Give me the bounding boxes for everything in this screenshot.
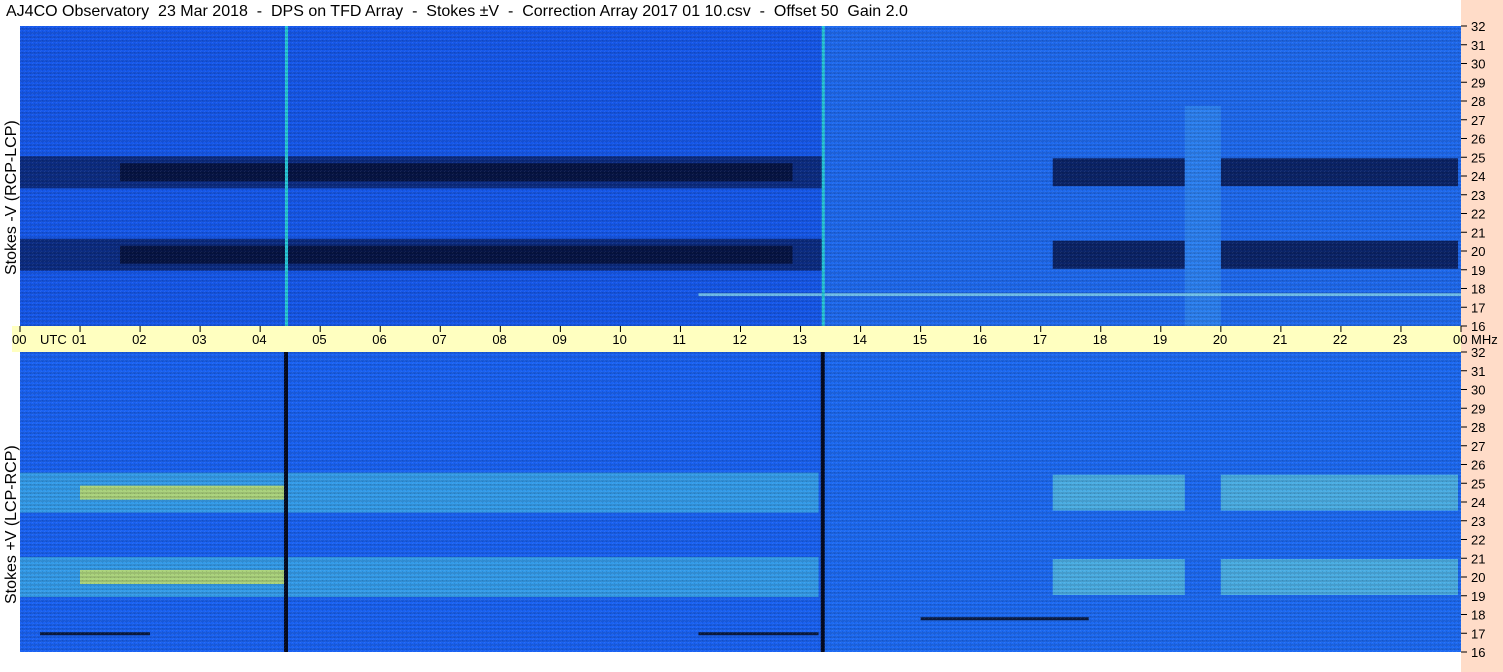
y-tick-label: 22 xyxy=(1471,533,1485,548)
time-tick-label: 00 xyxy=(1453,332,1467,347)
upper-y-axis-label: Stokes -V (RCP-LCP) xyxy=(3,120,20,275)
y-tick-label: 29 xyxy=(1471,75,1485,90)
y-tick-label: 20 xyxy=(1471,570,1485,585)
y-tick-label: 18 xyxy=(1471,608,1485,623)
time-tick-label: 12 xyxy=(733,332,747,347)
y-tick-label: 19 xyxy=(1471,589,1485,604)
time-tick-label: 07 xyxy=(432,332,446,347)
time-tick-label: 17 xyxy=(1033,332,1047,347)
y-tick-label: 25 xyxy=(1471,476,1485,491)
y-tick-label: 26 xyxy=(1471,132,1485,147)
y-tick-label: 22 xyxy=(1471,207,1485,222)
time-tick-label: 00 xyxy=(12,332,26,347)
time-tick-label: 18 xyxy=(1093,332,1107,347)
time-tick-label: 19 xyxy=(1153,332,1167,347)
y-tick-label: 16 xyxy=(1471,319,1485,334)
time-tick-label: 22 xyxy=(1333,332,1347,347)
y-tick-label: 28 xyxy=(1471,420,1485,435)
y-tick-label: 31 xyxy=(1471,38,1485,53)
y-tick-label: 24 xyxy=(1471,495,1485,510)
time-tick-label: 13 xyxy=(793,332,807,347)
time-tick-label: 03 xyxy=(192,332,206,347)
lower-y-axis-label: Stokes +V (LCP-RCP) xyxy=(3,445,20,604)
time-tick-label: 23 xyxy=(1393,332,1407,347)
time-tick-label: 05 xyxy=(312,332,326,347)
y-tick-label: 17 xyxy=(1471,300,1485,315)
time-tick-label: 15 xyxy=(913,332,927,347)
time-tick-label: 09 xyxy=(552,332,566,347)
upper-panel xyxy=(20,26,1461,326)
y-tick-label: 27 xyxy=(1471,113,1485,128)
y-tick-label: 21 xyxy=(1471,225,1485,240)
time-tick-label: 20 xyxy=(1213,332,1227,347)
lower-panel xyxy=(20,352,1461,652)
y-tick-label: 23 xyxy=(1471,514,1485,529)
y-tick-label: 24 xyxy=(1471,169,1485,184)
time-tick-label: 16 xyxy=(973,332,987,347)
time-tick-label: 14 xyxy=(853,332,867,347)
y-tick-label: 30 xyxy=(1471,57,1485,72)
time-tick-label: 02 xyxy=(132,332,146,347)
y-tick-label: 19 xyxy=(1471,263,1485,278)
y-tick-label: 32 xyxy=(1471,345,1485,360)
time-tick-label: 04 xyxy=(252,332,266,347)
time-tick-label: 01 xyxy=(72,332,86,347)
time-tick-label: 06 xyxy=(372,332,386,347)
y-tick-label: 28 xyxy=(1471,94,1485,109)
y-tick-label: 16 xyxy=(1471,645,1485,660)
y-tick-label: 27 xyxy=(1471,439,1485,454)
y-tick-label: 17 xyxy=(1471,626,1485,641)
utc-label: UTC xyxy=(40,332,67,347)
y-tick-label: 25 xyxy=(1471,150,1485,165)
spectrogram-figure: 00 01 02 03 04 05 06 07 08 09 10 11 12 13 14 15 16 17 18 19… xyxy=(3,0,1503,672)
y-tick-label: 30 xyxy=(1471,383,1485,398)
y-tick-label: 31 xyxy=(1471,364,1485,379)
y-tick-label: 20 xyxy=(1471,244,1485,259)
y-tick-label: 29 xyxy=(1471,401,1485,416)
y-tick-label: 21 xyxy=(1471,551,1485,566)
y-tick-label: 23 xyxy=(1471,188,1485,203)
y-tick-label: 32 xyxy=(1471,19,1485,34)
time-tick-label: 08 xyxy=(492,332,506,347)
time-tick-label: 11 xyxy=(672,332,686,347)
time-tick-label: 10 xyxy=(612,332,626,347)
y-tick-label: 26 xyxy=(1471,458,1485,473)
y-tick-label: 18 xyxy=(1471,282,1485,297)
time-tick-label: 21 xyxy=(1273,332,1287,347)
